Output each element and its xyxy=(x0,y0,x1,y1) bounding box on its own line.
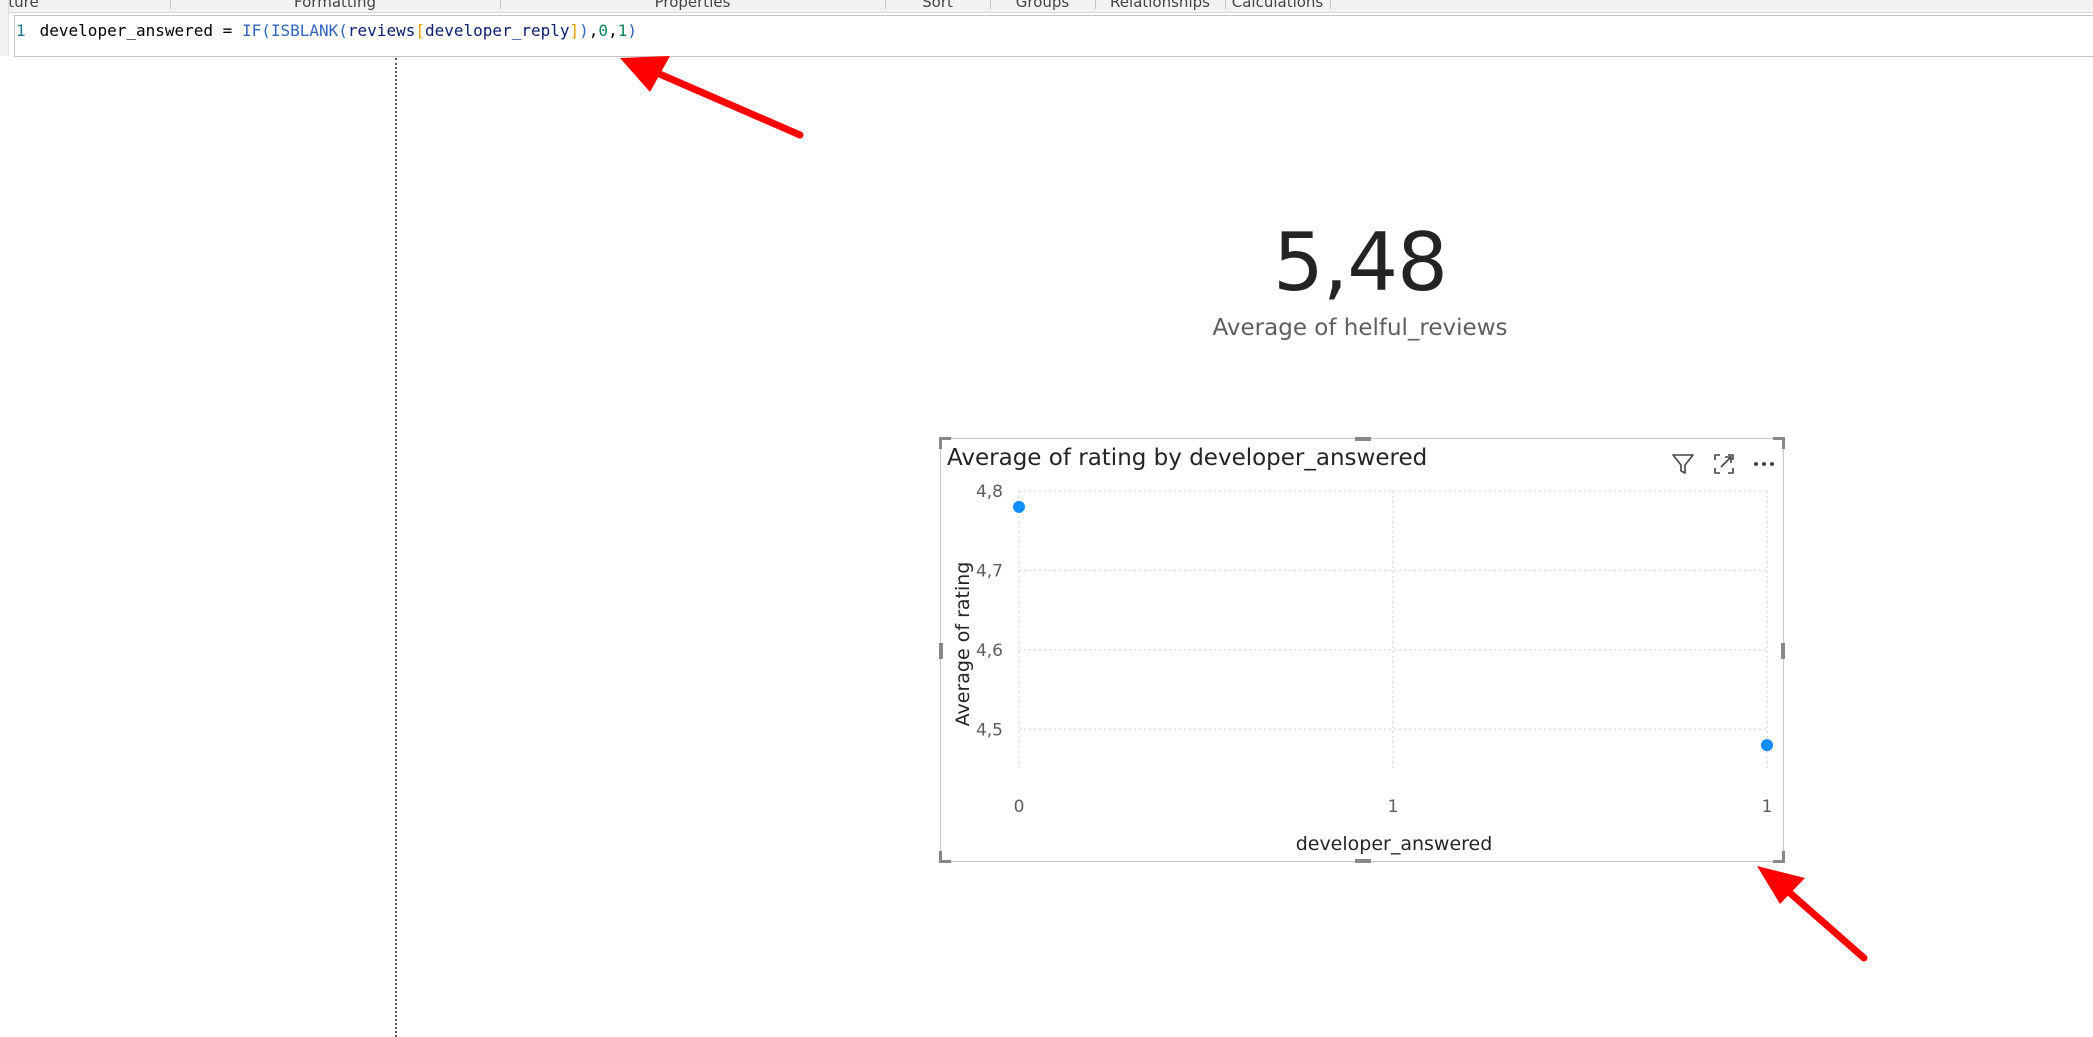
ribbon-group-relationships[interactable]: Relationships xyxy=(1095,0,1226,11)
resize-handle-bottom-right-v[interactable] xyxy=(1782,851,1785,863)
resize-handle-top-left-v[interactable] xyxy=(939,437,942,449)
dax-formula[interactable]: 1 developer_answered = IF(ISBLANK(reviews… xyxy=(16,21,637,41)
y-tick-label: 4,8 xyxy=(976,482,1003,502)
resize-handle-bottom[interactable] xyxy=(1355,859,1371,863)
line-number: 1 xyxy=(16,21,26,40)
paren-close-2: ) xyxy=(579,21,589,40)
x-tick-label: 1 xyxy=(1388,797,1399,817)
x-axis-title: developer_answered xyxy=(1296,833,1493,855)
visual-title: Average of rating by developer_answered xyxy=(947,445,1428,471)
bracket-open: [ xyxy=(415,21,425,40)
resize-handle-top-right-v[interactable] xyxy=(1782,437,1785,449)
focus-mode-icon[interactable] xyxy=(1711,451,1737,477)
more-options-icon[interactable] xyxy=(1751,451,1777,477)
column-name: developer_reply xyxy=(425,21,570,40)
ribbon-group-structure[interactable]: cture xyxy=(0,0,171,11)
comma-1: , xyxy=(588,21,599,40)
annotation-arrow-formula xyxy=(620,56,804,139)
ribbon-group-groups[interactable]: Groups xyxy=(990,0,1096,11)
arg-zero: 0 xyxy=(598,21,609,40)
bracket-close: ] xyxy=(569,21,580,40)
fn-isblank: ISBLANK xyxy=(270,21,339,40)
table-name: reviews xyxy=(347,21,416,40)
fn-if: IF xyxy=(241,21,262,40)
annotation-arrow-axis xyxy=(1757,866,1868,962)
page-boundary-divider xyxy=(395,58,397,1037)
resize-handle-bottom-left-v[interactable] xyxy=(939,851,942,863)
data-point xyxy=(1013,500,1025,513)
arg-one: 1 xyxy=(617,21,628,40)
paren-close-1: ) xyxy=(627,21,637,40)
y-tick-label: 4,6 xyxy=(976,641,1003,661)
resize-handle-right[interactable] xyxy=(1781,643,1785,659)
ribbon-group-sort[interactable]: Sort xyxy=(885,0,991,11)
x-tick-label: 1 xyxy=(1762,797,1773,817)
comma-2: , xyxy=(608,21,618,40)
y-tick-label: 4,5 xyxy=(976,720,1003,740)
paren-open-1: ( xyxy=(261,21,271,40)
ribbon-group-calculations[interactable]: Calculations xyxy=(1225,0,1331,11)
ribbon-group-formatting[interactable]: Formatting xyxy=(170,0,501,11)
ribbon-group-properties[interactable]: Properties xyxy=(500,0,886,11)
y-axis-title: Average of rating xyxy=(952,562,974,727)
filter-icon[interactable] xyxy=(1670,451,1696,477)
measure-name: developer_answered xyxy=(39,21,214,40)
card-label: Average of helful_reviews xyxy=(1212,315,1508,341)
formula-bar-gutter xyxy=(0,0,9,56)
paren-open-2: ( xyxy=(338,21,348,40)
resize-handle-left[interactable] xyxy=(939,643,943,659)
resize-handle-top[interactable] xyxy=(1355,437,1371,441)
scatter-chart: 4,8 4,7 4,6 4,5 0 1 1 Average of rating develo… xyxy=(952,482,1773,855)
scatter-chart-visual[interactable]: Average of rating by developer_answered … xyxy=(939,437,1785,863)
ribbon-strip: cture Formatting Properties Sort Groups … xyxy=(0,0,2093,13)
data-point xyxy=(1761,739,1773,752)
assign-operator: = xyxy=(213,21,242,40)
x-tick-label: 0 xyxy=(1014,797,1025,817)
card-value[interactable]: 5,48 xyxy=(1160,215,1560,311)
y-tick-label: 4,7 xyxy=(976,561,1003,581)
